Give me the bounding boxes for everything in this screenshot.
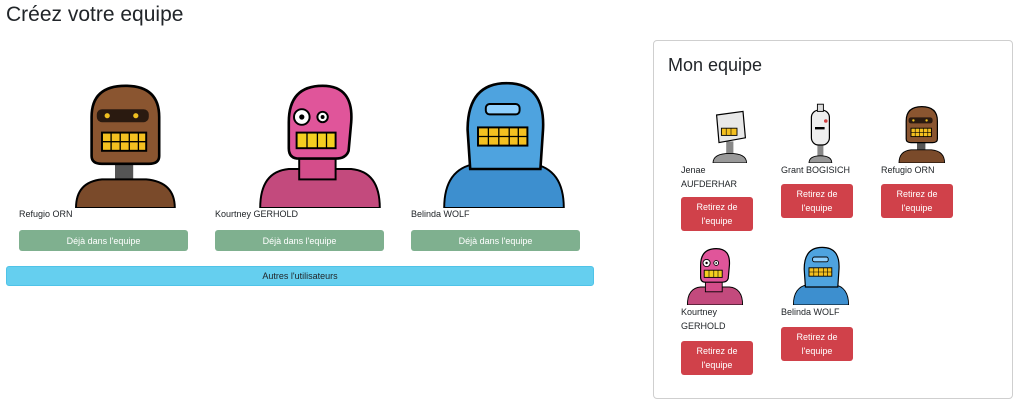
- member-name: Kourtney GERHOLD: [681, 307, 726, 331]
- page-title: Créez votre equipe: [6, 3, 184, 26]
- already-in-team-button[interactable]: Déjà dans l'equipe: [215, 230, 384, 251]
- candidate-name: Belinda WOLF: [411, 209, 470, 219]
- blue-robot-icon: [439, 78, 569, 208]
- member-name: Grant BOGISICH: [781, 165, 851, 175]
- team-panel: Mon equipe Jenae AUFDERHAR Retirez de l'…: [653, 40, 1013, 399]
- already-in-team-button[interactable]: Déjà dans l'equipe: [19, 230, 188, 251]
- already-in-team-button[interactable]: Déjà dans l'equipe: [411, 230, 580, 251]
- remove-from-team-button[interactable]: Retirez de l'equipe: [781, 327, 853, 361]
- team-title: Mon equipe: [668, 55, 763, 75]
- member-name: Jenae AUFDERHAR: [681, 165, 738, 189]
- candidate-name: Refugio ORN: [19, 209, 73, 219]
- remove-from-team-button[interactable]: Retirez de l'equipe: [881, 184, 953, 218]
- other-users-button[interactable]: Autres l'utilisateurs: [6, 266, 594, 286]
- remove-from-team-button[interactable]: Retirez de l'equipe: [681, 341, 753, 375]
- candidate-name: Kourtney GERHOLD: [215, 209, 299, 219]
- pink-robot-icon: [685, 245, 745, 305]
- brown-robot-icon: [63, 78, 193, 208]
- member-name: Refugio ORN: [881, 165, 935, 175]
- brown-robot-icon: [893, 103, 953, 163]
- remove-from-team-button[interactable]: Retirez de l'equipe: [781, 184, 853, 218]
- blue-robot-icon: [791, 245, 851, 305]
- member-name: Belinda WOLF: [781, 307, 840, 317]
- white-robot-icon: [701, 103, 761, 163]
- remove-from-team-button[interactable]: Retirez de l'equipe: [681, 197, 753, 231]
- pink-robot-icon: [255, 78, 385, 208]
- white-tall-robot-icon: [791, 103, 851, 163]
